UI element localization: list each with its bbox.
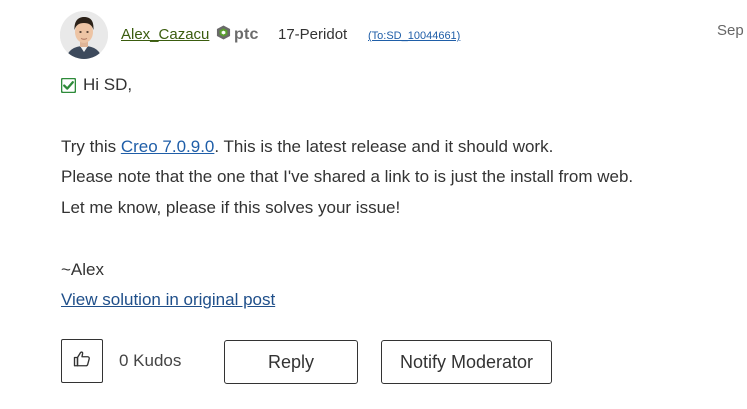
line1-prefix: Try this bbox=[61, 137, 121, 156]
line1-suffix: . This is the latest release and it shou… bbox=[214, 137, 554, 156]
user-rank: 17-Peridot bbox=[278, 26, 348, 43]
thumbs-up-icon bbox=[73, 350, 91, 373]
checkbox-check-icon bbox=[60, 77, 77, 93]
avatar-image bbox=[60, 11, 108, 59]
post-body-line-1: Try this Creo 7.0.9.0. This is the lates… bbox=[61, 137, 553, 157]
view-solution-link[interactable]: View solution in original post bbox=[61, 290, 275, 310]
post-date: Sep bbox=[717, 22, 744, 39]
post-body-line-3: Let me know, please if this solves your … bbox=[61, 198, 401, 217]
solution-greeting: Hi SD, bbox=[60, 75, 133, 95]
notify-moderator-button[interactable]: Notify Moderator bbox=[381, 340, 552, 384]
creo-download-link[interactable]: Creo 7.0.9.0 bbox=[121, 137, 215, 156]
ptc-logo-icon bbox=[216, 25, 231, 45]
reply-to-link[interactable]: (To:SD_10044661) bbox=[368, 30, 460, 42]
kudos-count[interactable]: 0 Kudos bbox=[119, 351, 181, 371]
ptc-badge: ptc bbox=[216, 24, 259, 46]
kudo-button[interactable] bbox=[61, 339, 103, 383]
ptc-badge-text: ptc bbox=[234, 26, 259, 43]
forum-post: Alex_Cazacu ptc 17-Peridot (To:SD_100446… bbox=[0, 0, 747, 409]
avatar[interactable] bbox=[60, 11, 108, 59]
greeting-text: Hi SD, bbox=[83, 75, 133, 94]
reply-button[interactable]: Reply bbox=[224, 340, 358, 384]
post-body-line-2: Please note that the one that I've share… bbox=[61, 167, 634, 186]
author-name-link[interactable]: Alex_Cazacu bbox=[121, 26, 209, 43]
post-signature: ~Alex bbox=[61, 260, 104, 279]
